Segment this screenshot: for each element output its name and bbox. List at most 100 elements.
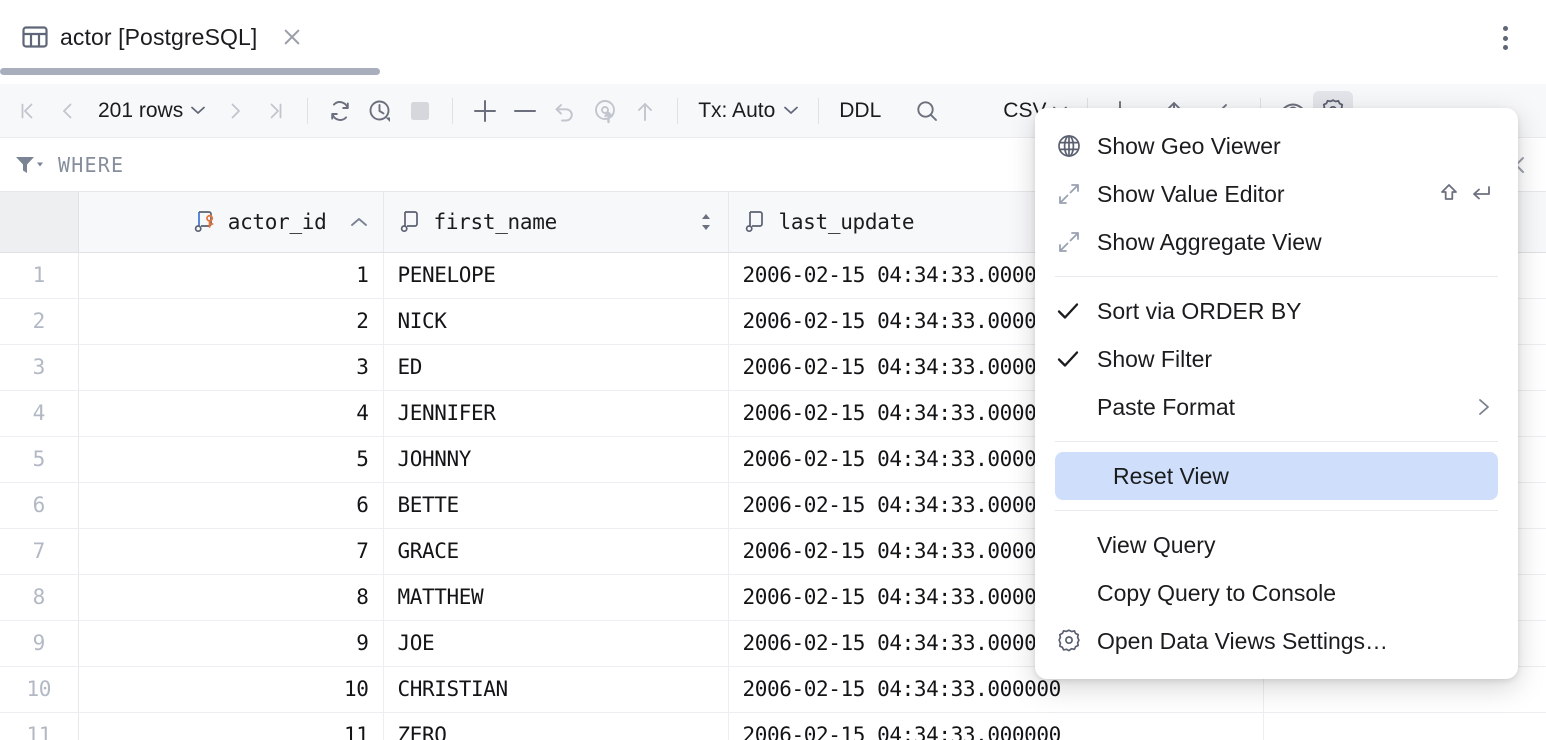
row-number: 9 (0, 620, 78, 666)
cell-first-name[interactable]: MATTHEW (383, 574, 728, 620)
sort-ascending-icon[interactable] (349, 215, 369, 229)
cell-actor-id[interactable]: 2 (78, 298, 383, 344)
menu-item-copy-query-to-console[interactable]: Copy Query to Console (1035, 569, 1518, 617)
cell-first-name[interactable]: ZERO (383, 712, 728, 740)
row-number: 1 (0, 252, 78, 298)
ddl-button[interactable]: DDL (831, 99, 889, 123)
menu-item-label: Reset View (1055, 463, 1229, 490)
column-header-actor-id[interactable]: actor_id (78, 192, 383, 252)
vertical-dots-icon[interactable] (1490, 22, 1520, 54)
cell-last-update[interactable]: 2006-02-15 04:34:33.000000 (728, 712, 1263, 740)
cell-actor-id[interactable]: 10 (78, 666, 383, 712)
refresh-icon[interactable] (320, 91, 360, 131)
column-header-first-name[interactable]: first_name (383, 192, 728, 252)
upload-arrow-icon[interactable] (625, 91, 665, 131)
menu-item-show-value-editor[interactable]: Show Value Editor (1035, 170, 1518, 218)
cell-first-name[interactable]: JOHNNY (383, 436, 728, 482)
menu-item-open-data-views-settings[interactable]: Open Data Views Settings… (1035, 617, 1518, 665)
last-page-icon[interactable] (255, 91, 295, 131)
cell-actor-id[interactable]: 6 (78, 482, 383, 528)
column-name-label: last_update (779, 210, 915, 234)
menu-item-label: Show Aggregate View (1097, 229, 1322, 256)
menu-separator (1055, 510, 1498, 511)
column-icon (398, 209, 424, 235)
cell-first-name[interactable]: JOE (383, 620, 728, 666)
chevron-right-icon (1474, 396, 1494, 418)
next-page-icon[interactable] (215, 91, 255, 131)
toolbar-separator (307, 98, 308, 124)
check-icon (1055, 298, 1097, 324)
row-number: 4 (0, 390, 78, 436)
menu-item-view-query[interactable]: View Query (1035, 521, 1518, 569)
row-number: 7 (0, 528, 78, 574)
cell-first-name[interactable]: CHRISTIAN (383, 666, 728, 712)
expand-icon (1055, 228, 1097, 256)
cell-actor-id[interactable]: 4 (78, 390, 383, 436)
check-icon (1055, 346, 1097, 372)
tab-title: actor [PostgreSQL] (60, 24, 257, 51)
minus-icon[interactable] (505, 91, 545, 131)
menu-item-label: Open Data Views Settings… (1097, 628, 1388, 655)
row-number: 11 (0, 712, 78, 740)
menu-item-sort-via-order-by[interactable]: Sort via ORDER BY (1035, 287, 1518, 335)
toolbar-separator (452, 98, 453, 124)
filter-icon[interactable] (14, 154, 44, 176)
transaction-mode-dropdown[interactable]: Tx: Auto (690, 99, 806, 123)
row-count-label: 201 rows (98, 99, 183, 123)
row-number: 10 (0, 666, 78, 712)
row-number: 8 (0, 574, 78, 620)
cell-actor-id[interactable]: 7 (78, 528, 383, 574)
table-row[interactable]: 11 11 ZERO 2006-02-15 04:34:33.000000 (0, 712, 1546, 740)
gear-icon (1055, 627, 1097, 655)
cell-actor-id[interactable]: 3 (78, 344, 383, 390)
menu-item-show-aggregate-view[interactable]: Show Aggregate View (1035, 218, 1518, 266)
tab-bar: actor [PostgreSQL] (0, 0, 1546, 74)
row-number: 3 (0, 344, 78, 390)
cell-actor-id[interactable]: 5 (78, 436, 383, 482)
menu-item-show-geo-viewer[interactable]: Show Geo Viewer (1035, 122, 1518, 170)
menu-item-label: Copy Query to Console (1097, 580, 1336, 607)
cell-first-name[interactable]: PENELOPE (383, 252, 728, 298)
menu-item-paste-format[interactable]: Paste Format (1035, 383, 1518, 431)
preview-submit-icon[interactable] (585, 91, 625, 131)
row-number: 6 (0, 482, 78, 528)
cell-first-name[interactable]: BETTE (383, 482, 728, 528)
cell-actor-id[interactable]: 9 (78, 620, 383, 666)
cell-actor-id[interactable]: 11 (78, 712, 383, 740)
where-label: WHERE (58, 153, 124, 177)
undo-icon[interactable] (545, 91, 585, 131)
chevron-down-icon (784, 106, 798, 115)
first-page-icon[interactable] (8, 91, 48, 131)
toolbar-separator (818, 98, 819, 124)
row-number: 5 (0, 436, 78, 482)
menu-item-label: Paste Format (1097, 394, 1235, 421)
tab-loading-bar (0, 68, 380, 75)
menu-item-label: Show Geo Viewer (1097, 133, 1281, 160)
menu-item-reset-view[interactable]: Reset View (1055, 452, 1498, 500)
clock-icon[interactable] (360, 91, 400, 131)
data-editor-window: actor [PostgreSQL] 201 rows (0, 0, 1546, 740)
tab-actor[interactable]: actor [PostgreSQL] (0, 0, 323, 74)
settings-context-menu: Show Geo Viewer Show Value Editor (1035, 108, 1518, 679)
stop-icon[interactable] (400, 91, 440, 131)
cell-actor-id[interactable]: 8 (78, 574, 383, 620)
cell-first-name[interactable]: ED (383, 344, 728, 390)
menu-item-show-filter[interactable]: Show Filter (1035, 335, 1518, 383)
search-icon[interactable] (907, 91, 947, 131)
cell-first-name[interactable]: NICK (383, 298, 728, 344)
row-count-dropdown[interactable]: 201 rows (88, 99, 215, 123)
chevron-down-icon (191, 106, 205, 115)
menu-item-label: View Query (1097, 532, 1215, 559)
sort-toggle-icon[interactable] (698, 211, 714, 233)
globe-icon (1055, 132, 1097, 160)
menu-item-label: Show Filter (1097, 346, 1212, 373)
column-icon (743, 209, 769, 235)
cell-first-name[interactable]: JENNIFER (383, 390, 728, 436)
cell-first-name[interactable]: GRACE (383, 528, 728, 574)
close-icon[interactable] (279, 24, 305, 50)
menu-item-label: Show Value Editor (1097, 181, 1285, 208)
cell-actor-id[interactable]: 1 (78, 252, 383, 298)
menu-separator (1055, 276, 1498, 277)
prev-page-icon[interactable] (48, 91, 88, 131)
plus-icon[interactable] (465, 91, 505, 131)
